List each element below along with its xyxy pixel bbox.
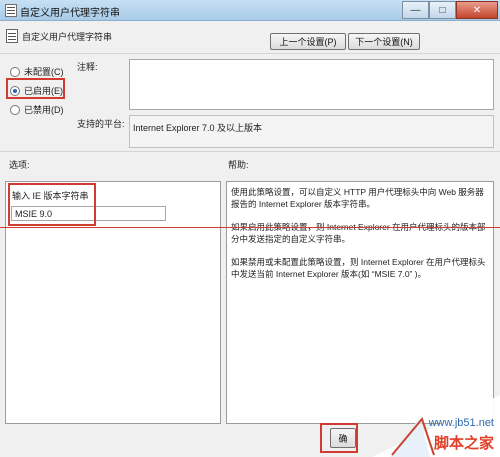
setting-icon: [6, 29, 18, 43]
radio-label-disabled: 已禁用(D): [24, 105, 64, 115]
radio-dot-not-configured[interactable]: [10, 66, 20, 77]
help-panel: 使用此策略设置，可以自定义 HTTP 用户代理标头中向 Web 服务器报告的 I…: [226, 181, 494, 424]
help-label: 帮助:: [228, 160, 249, 170]
watermark-site: www.jb51.net: [428, 417, 494, 429]
radio-not-configured[interactable]: 未配置(C): [10, 65, 64, 78]
platform-value: Internet Explorer 7.0 及以上版本: [133, 123, 263, 133]
help-paragraph-2: 如果启用此策略设置，则 Internet Explorer 在用户代理标头的版本…: [231, 222, 486, 244]
middle-divider: [0, 151, 500, 152]
watermark-name: 脚本之家: [433, 435, 494, 452]
options-label: 选项:: [9, 160, 30, 170]
platform-label: 支持的平台:: [77, 119, 125, 129]
annotation-line: [0, 227, 500, 228]
highlight-version-field: [8, 183, 96, 226]
watermark-area: www.jb51.net 脚本之家: [350, 395, 500, 457]
radio-label-not-configured: 未配置(C): [24, 67, 64, 77]
close-button[interactable]: ✕: [456, 1, 498, 19]
dialog-window: 自定义用户代理字符串 — □ ✕ 自定义用户代理字符串 上一个设置(P) 下一个…: [0, 0, 500, 457]
radio-disabled[interactable]: 已禁用(D): [10, 103, 64, 116]
platform-box: Internet Explorer 7.0 及以上版本: [129, 115, 494, 148]
help-paragraph-1: 使用此策略设置，可以自定义 HTTP 用户代理标头中向 Web 服务器报告的 I…: [231, 187, 484, 209]
minimize-button[interactable]: —: [402, 1, 429, 19]
policy-icon: [5, 4, 17, 17]
window-title: 自定义用户代理字符串: [20, 8, 120, 19]
highlight-enabled: [6, 78, 65, 99]
window-controls: — □ ✕: [402, 1, 498, 19]
maximize-button[interactable]: □: [429, 1, 456, 19]
setting-name: 自定义用户代理字符串: [22, 32, 113, 42]
radio-dot-disabled[interactable]: [10, 104, 20, 115]
next-setting-button[interactable]: 下一个设置(N): [348, 33, 420, 50]
previous-setting-button[interactable]: 上一个设置(P): [270, 33, 346, 50]
help-paragraph-3: 如果禁用或未配置此策略设置，则 Internet Explorer 在用户代理标…: [231, 257, 486, 279]
comment-label: 注释:: [77, 62, 98, 72]
title-bar[interactable]: 自定义用户代理字符串 — □ ✕: [0, 0, 500, 21]
comment-textarea[interactable]: [129, 59, 494, 110]
header-divider: [0, 53, 500, 54]
